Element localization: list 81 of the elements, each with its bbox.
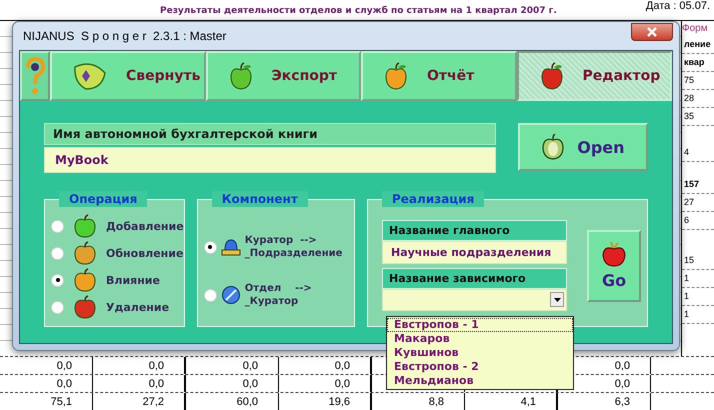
table-cell: квар bbox=[682, 54, 714, 72]
radio-button[interactable] bbox=[51, 300, 64, 314]
table-cell: 0,0 bbox=[56, 360, 72, 372]
group-legend: Компонент bbox=[212, 191, 308, 207]
table-cell: 0,0 bbox=[614, 378, 630, 390]
radio-button[interactable] bbox=[51, 220, 64, 232]
leaf-icon bbox=[72, 61, 108, 91]
table-cell: 8,8 bbox=[428, 396, 444, 408]
tab[interactable]: Редактор bbox=[516, 51, 672, 101]
question-mark-icon bbox=[24, 56, 46, 96]
dropdown-item[interactable]: Евстропов - 1 bbox=[387, 318, 573, 332]
table-cell: 0,0 bbox=[242, 378, 258, 390]
radio-button[interactable] bbox=[204, 288, 217, 302]
apple-icon bbox=[72, 268, 98, 292]
table-cell: 75,1 bbox=[50, 396, 72, 408]
date-label: Дата : 05.07. bbox=[646, 0, 710, 12]
table-cell: 1 bbox=[682, 288, 714, 306]
table-cell: 4,1 bbox=[520, 396, 536, 408]
table-cell: 157 bbox=[682, 176, 714, 194]
radio-button[interactable] bbox=[204, 240, 217, 254]
option-label: Обновление bbox=[106, 246, 184, 260]
option-label: Удаление bbox=[106, 300, 170, 314]
close-button[interactable] bbox=[631, 23, 673, 41]
book-name-field[interactable]: MyBook bbox=[44, 147, 496, 173]
tab[interactable]: Отчёт bbox=[361, 51, 516, 101]
go-button[interactable]: Go bbox=[587, 230, 641, 302]
table-cell: 35 bbox=[682, 108, 714, 126]
table-cell: 0,0 bbox=[56, 378, 72, 390]
table-cell: 0,0 bbox=[334, 378, 350, 390]
table-cell: 6,3 bbox=[614, 396, 630, 408]
plate-icon bbox=[220, 285, 241, 305]
table-cell: 1 bbox=[682, 270, 714, 288]
siren-icon bbox=[220, 238, 241, 256]
main-name-label: Название главного bbox=[382, 220, 567, 241]
option-label: Куратор --> _Подразделение bbox=[244, 234, 342, 260]
report-title: Результаты деятельности отделов и служб по статьям на 1 квартал 2007 г. bbox=[160, 4, 557, 16]
table-cell: 6 bbox=[682, 212, 714, 230]
table-cell: 0,0 bbox=[148, 360, 164, 372]
window-title: NIJANUS S p o n g e r 2.3.1 : Master bbox=[22, 29, 226, 43]
table-cell: 60,0 bbox=[236, 396, 258, 408]
close-icon bbox=[646, 27, 658, 37]
apple-icon bbox=[72, 214, 98, 238]
table-cell: 75 bbox=[682, 72, 714, 90]
table-cell: 1 bbox=[682, 306, 714, 324]
form-label: Форм bbox=[682, 23, 709, 34]
dropdown-item[interactable]: Макаров bbox=[387, 332, 573, 346]
radio-button[interactable] bbox=[51, 246, 64, 260]
table-cell: 19,6 bbox=[328, 396, 350, 408]
table-cell: 0,0 bbox=[242, 360, 258, 372]
group-legend: Реализация bbox=[382, 191, 484, 207]
book-name-label: Имя автономной бухгалтерской книги bbox=[44, 123, 496, 145]
dependent-name-label: Название зависимого bbox=[382, 268, 567, 289]
apple-icon bbox=[72, 295, 98, 319]
tab[interactable]: Экспорт bbox=[206, 51, 361, 101]
table-cell: 4 bbox=[682, 144, 714, 162]
table-cell: 27,2 bbox=[142, 396, 164, 408]
option-label: Добавление bbox=[106, 220, 184, 232]
help-button[interactable] bbox=[20, 51, 50, 101]
radio-button[interactable] bbox=[51, 274, 64, 286]
dropdown-item[interactable]: Кувшинов bbox=[387, 346, 573, 360]
group-legend: Операция bbox=[59, 191, 148, 207]
table-cell: 15 bbox=[682, 252, 714, 270]
dropdown-item[interactable]: Мельдианов bbox=[387, 374, 573, 388]
main-name-field[interactable]: Научные подразделения bbox=[382, 241, 567, 264]
apple-half-icon bbox=[541, 134, 566, 160]
option-label: Влияние bbox=[106, 274, 160, 286]
table-cell: ление bbox=[682, 36, 714, 54]
apple-icon bbox=[228, 62, 254, 90]
table-cell: 0,0 bbox=[148, 378, 164, 390]
apple-icon bbox=[72, 241, 98, 265]
table-cell: 28 bbox=[682, 90, 714, 108]
table-cell: 0,0 bbox=[614, 360, 630, 372]
option-label: Отдел --> _Куратор bbox=[244, 282, 312, 308]
tab[interactable]: Свернуть bbox=[50, 51, 206, 101]
table-cell: 0,0 bbox=[334, 360, 350, 372]
apple-icon bbox=[383, 62, 409, 90]
dropdown-item[interactable]: Евстропов - 2 bbox=[387, 360, 573, 374]
table-cell: 27 bbox=[682, 194, 714, 212]
apple-icon bbox=[538, 62, 564, 90]
apple-icon bbox=[601, 241, 627, 267]
open-button[interactable]: Open bbox=[518, 123, 648, 171]
